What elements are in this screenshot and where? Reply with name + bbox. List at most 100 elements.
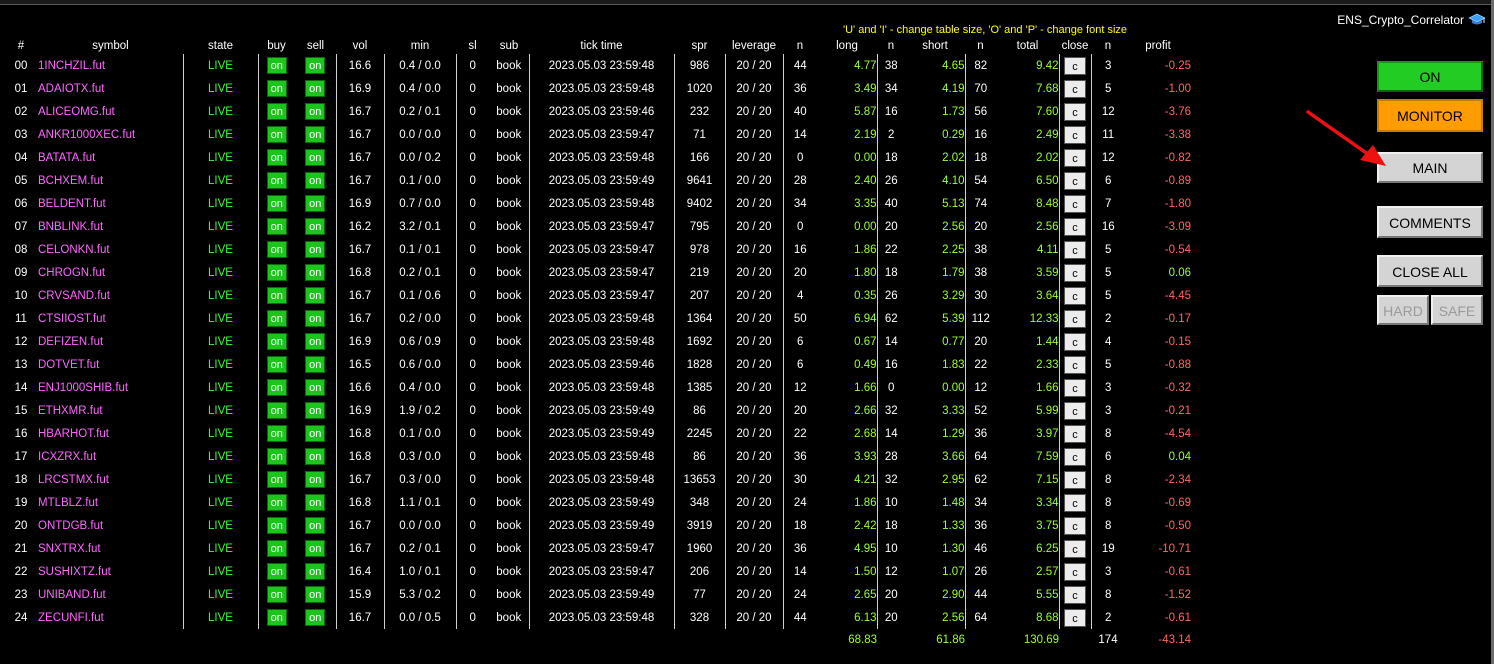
close-position-button[interactable]: c bbox=[1064, 355, 1086, 374]
sell-button[interactable]: on bbox=[305, 310, 326, 327]
cell-close: c bbox=[1058, 261, 1091, 284]
buy-button[interactable]: on bbox=[266, 540, 287, 557]
sell-button[interactable]: on bbox=[305, 241, 326, 258]
sell-button[interactable]: on bbox=[305, 563, 326, 580]
close-position-button[interactable]: c bbox=[1064, 585, 1086, 604]
cell-profit: -0.54 bbox=[1164, 243, 1191, 256]
buy-button[interactable]: on bbox=[266, 448, 287, 465]
close-position-button[interactable]: c bbox=[1064, 286, 1086, 305]
close-position-button[interactable]: c bbox=[1064, 194, 1086, 213]
close-position-button[interactable]: c bbox=[1064, 424, 1086, 443]
buy-button[interactable]: on bbox=[266, 149, 287, 166]
close-position-button[interactable]: c bbox=[1064, 493, 1086, 512]
cell-spr: 166 bbox=[673, 146, 725, 169]
cell-n4: 8 bbox=[1090, 583, 1125, 606]
close-position-button[interactable]: c bbox=[1064, 516, 1086, 535]
sell-button[interactable]: on bbox=[305, 218, 326, 235]
cell-close: c bbox=[1058, 146, 1091, 169]
sell-button[interactable]: on bbox=[305, 494, 326, 511]
sell-button[interactable]: on bbox=[305, 80, 326, 97]
sell-button[interactable]: on bbox=[305, 287, 326, 304]
close-position-button[interactable]: c bbox=[1064, 217, 1086, 236]
buy-button[interactable]: on bbox=[266, 57, 287, 74]
cell-spr: 207 bbox=[673, 284, 725, 307]
sell-button[interactable]: on bbox=[305, 517, 326, 534]
cell-short: 2.95 bbox=[942, 473, 965, 486]
close-position-button[interactable]: c bbox=[1064, 171, 1086, 190]
hard-button[interactable]: HARD bbox=[1377, 295, 1429, 325]
sell-button[interactable]: on bbox=[305, 149, 326, 166]
table-row: 14 ENJ1000SHIB.fut LIVE on on 16.6 0.4 / 0.0 0 b… bbox=[4, 376, 1191, 399]
close-position-button[interactable]: c bbox=[1064, 562, 1086, 581]
buy-button[interactable]: on bbox=[266, 402, 287, 419]
close-position-button[interactable]: c bbox=[1064, 447, 1086, 466]
close-position-button[interactable]: c bbox=[1064, 378, 1086, 397]
cell-n4: 8 bbox=[1090, 514, 1125, 537]
buy-button[interactable]: on bbox=[266, 425, 287, 442]
close-position-button[interactable]: c bbox=[1064, 401, 1086, 420]
cell-symbol: CELONKN.fut bbox=[38, 243, 110, 256]
monitor-button[interactable]: MONITOR bbox=[1377, 99, 1483, 132]
cell-sell: on bbox=[295, 491, 336, 514]
sell-button[interactable]: on bbox=[305, 195, 326, 212]
close-position-button[interactable]: c bbox=[1064, 470, 1086, 489]
buy-button[interactable]: on bbox=[266, 609, 287, 626]
close-position-button[interactable]: c bbox=[1064, 79, 1086, 98]
sell-button[interactable]: on bbox=[305, 57, 326, 74]
close-position-button[interactable]: c bbox=[1064, 263, 1086, 282]
cell-total: 2.02 bbox=[1036, 151, 1059, 164]
buy-button[interactable]: on bbox=[266, 379, 287, 396]
buy-button[interactable]: on bbox=[266, 264, 287, 281]
cell-symbol: DOTVET.fut bbox=[38, 358, 100, 371]
safe-button[interactable]: SAFE bbox=[1431, 295, 1483, 325]
main-button[interactable]: MAIN bbox=[1377, 152, 1483, 183]
sell-button[interactable]: on bbox=[305, 333, 326, 350]
buy-button[interactable]: on bbox=[266, 333, 287, 350]
close-position-button[interactable]: c bbox=[1064, 125, 1086, 144]
close-position-button[interactable]: c bbox=[1064, 240, 1086, 259]
close-position-button[interactable]: c bbox=[1064, 332, 1086, 351]
sell-button[interactable]: on bbox=[305, 540, 326, 557]
buy-button[interactable]: on bbox=[266, 241, 287, 258]
buy-button[interactable]: on bbox=[266, 287, 287, 304]
comments-button[interactable]: COMMENTS bbox=[1377, 206, 1483, 238]
sell-button[interactable]: on bbox=[305, 586, 326, 603]
cell-sl: 0 bbox=[455, 192, 489, 215]
on-button[interactable]: ON bbox=[1377, 61, 1483, 92]
close-all-button[interactable]: CLOSE ALL bbox=[1377, 255, 1483, 287]
buy-button[interactable]: on bbox=[266, 172, 287, 189]
close-position-button[interactable]: c bbox=[1064, 309, 1086, 328]
buy-button[interactable]: on bbox=[266, 563, 287, 580]
buy-button[interactable]: on bbox=[266, 517, 287, 534]
sell-button[interactable]: on bbox=[305, 103, 326, 120]
hdr-n-profit: n bbox=[1104, 39, 1112, 52]
close-position-button[interactable]: c bbox=[1064, 539, 1086, 558]
sell-button[interactable]: on bbox=[305, 356, 326, 373]
cell-short: 1.29 bbox=[942, 427, 965, 440]
close-position-button[interactable]: c bbox=[1064, 56, 1086, 75]
buy-button[interactable]: on bbox=[266, 218, 287, 235]
close-position-button[interactable]: c bbox=[1064, 148, 1086, 167]
sell-button[interactable]: on bbox=[305, 609, 326, 626]
close-position-button[interactable]: c bbox=[1064, 102, 1086, 121]
buy-button[interactable]: on bbox=[266, 356, 287, 373]
cell-sl: 0 bbox=[455, 422, 489, 445]
buy-button[interactable]: on bbox=[266, 494, 287, 511]
sell-button[interactable]: on bbox=[305, 264, 326, 281]
sell-button[interactable]: on bbox=[305, 126, 326, 143]
cell-close: c bbox=[1058, 376, 1091, 399]
sell-button[interactable]: on bbox=[305, 448, 326, 465]
sell-button[interactable]: on bbox=[305, 379, 326, 396]
sell-button[interactable]: on bbox=[305, 471, 326, 488]
sell-button[interactable]: on bbox=[305, 402, 326, 419]
close-position-button[interactable]: c bbox=[1064, 608, 1086, 627]
buy-button[interactable]: on bbox=[266, 195, 287, 212]
buy-button[interactable]: on bbox=[266, 126, 287, 143]
buy-button[interactable]: on bbox=[266, 471, 287, 488]
buy-button[interactable]: on bbox=[266, 103, 287, 120]
sell-button[interactable]: on bbox=[305, 172, 326, 189]
buy-button[interactable]: on bbox=[266, 80, 287, 97]
buy-button[interactable]: on bbox=[266, 310, 287, 327]
buy-button[interactable]: on bbox=[266, 586, 287, 603]
sell-button[interactable]: on bbox=[305, 425, 326, 442]
